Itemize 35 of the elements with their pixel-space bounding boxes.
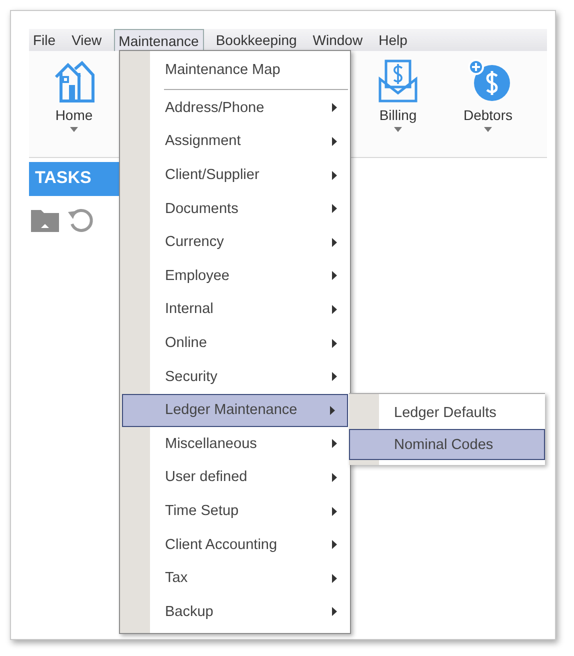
menu-item[interactable]: Window xyxy=(308,29,367,51)
refresh-icon[interactable] xyxy=(67,206,95,234)
menu-option[interactable]: Employee xyxy=(120,260,350,292)
menu-option[interactable]: Assignment xyxy=(120,125,350,158)
menu-item[interactable]: Maintenance xyxy=(114,29,204,51)
toolbar-button[interactable]: Home xyxy=(29,51,119,157)
menu-option[interactable]: Time Setup xyxy=(120,494,350,528)
menu-option[interactable]: Tax xyxy=(120,562,350,594)
menu-item[interactable]: Bookkeeping xyxy=(212,29,301,51)
house-icon xyxy=(53,59,95,103)
menu-option[interactable]: Security xyxy=(120,360,350,393)
menu-option[interactable]: Miscellaneous xyxy=(120,428,350,460)
envelope-dollar-icon xyxy=(377,59,419,103)
menu-option[interactable]: User defined xyxy=(120,461,350,494)
menu-option[interactable]: Backup xyxy=(120,596,350,628)
menu-option[interactable]: Currency xyxy=(120,226,350,259)
menu-item[interactable]: File xyxy=(29,29,60,51)
menu-option[interactable]: Address/Phone xyxy=(120,92,350,124)
caret-icon xyxy=(394,127,402,132)
toolbar-button[interactable]: Billing xyxy=(353,51,443,157)
menu-option[interactable]: Maintenance Map xyxy=(120,54,350,87)
menu-option[interactable]: Nominal Codes xyxy=(349,429,545,460)
tasks-header: TASKS xyxy=(29,162,119,196)
caret-icon xyxy=(484,127,492,132)
menu-option[interactable]: Client/Supplier xyxy=(120,158,350,192)
menu-item[interactable]: View xyxy=(68,29,106,51)
menu-option[interactable]: Client Accounting xyxy=(120,528,350,561)
menu-option[interactable]: Online xyxy=(120,326,350,360)
menu-option[interactable]: Ledger Maintenance xyxy=(122,394,348,427)
menu-option[interactable]: Documents xyxy=(120,192,350,225)
caret-icon xyxy=(70,127,78,132)
menu-option[interactable]: Ledger Defaults xyxy=(349,397,545,428)
menu-item[interactable]: Help xyxy=(374,29,412,51)
toolbar-button[interactable]: Debtors xyxy=(443,51,533,157)
menu-option[interactable]: Internal xyxy=(120,293,350,326)
